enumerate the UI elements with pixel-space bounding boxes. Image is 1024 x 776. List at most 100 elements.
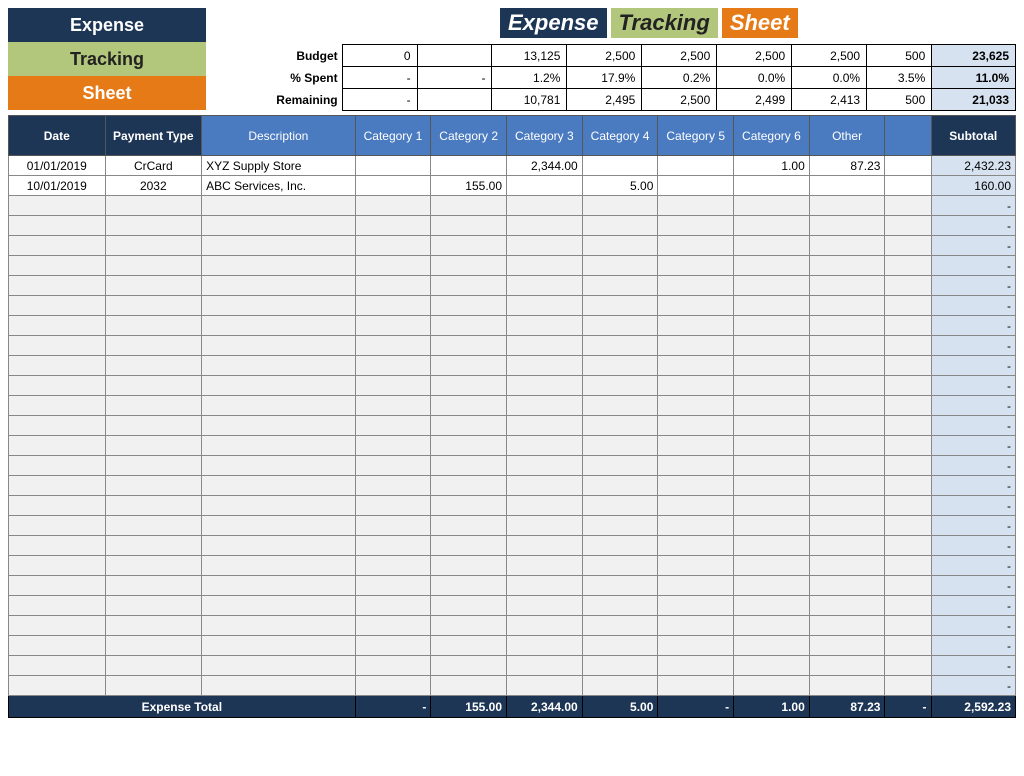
- cell-c1[interactable]: [355, 316, 431, 336]
- cell-c4[interactable]: 5.00: [582, 176, 658, 196]
- cell-c6[interactable]: [734, 416, 810, 436]
- cell-desc[interactable]: [202, 236, 356, 256]
- cell-blank[interactable]: [885, 596, 931, 616]
- cell-c6[interactable]: [734, 676, 810, 696]
- cell-c6[interactable]: 1.00: [734, 156, 810, 176]
- cell-c1[interactable]: [355, 496, 431, 516]
- cell-ptype[interactable]: [105, 676, 202, 696]
- cell-c5[interactable]: [658, 236, 734, 256]
- cell-ptype[interactable]: [105, 336, 202, 356]
- cell-desc[interactable]: [202, 536, 356, 556]
- cell-c1[interactable]: [355, 196, 431, 216]
- table-row[interactable]: -: [9, 636, 1016, 656]
- cell-c2[interactable]: [431, 156, 507, 176]
- cell-blank[interactable]: [885, 556, 931, 576]
- cell-c6[interactable]: [734, 256, 810, 276]
- cell-blank[interactable]: [885, 296, 931, 316]
- table-row[interactable]: -: [9, 656, 1016, 676]
- cell-desc[interactable]: [202, 516, 356, 536]
- cell-c1[interactable]: [355, 456, 431, 476]
- cell-c1[interactable]: [355, 436, 431, 456]
- cell-desc[interactable]: [202, 456, 356, 476]
- cell-desc[interactable]: [202, 276, 356, 296]
- cell-desc[interactable]: ABC Services, Inc.: [202, 176, 356, 196]
- cell-ptype[interactable]: [105, 396, 202, 416]
- cell-date[interactable]: [9, 416, 106, 436]
- cell-c2[interactable]: [431, 396, 507, 416]
- cell-other[interactable]: [809, 336, 885, 356]
- cell-c2[interactable]: [431, 336, 507, 356]
- cell-other[interactable]: [809, 676, 885, 696]
- cell-c4[interactable]: [582, 436, 658, 456]
- cell-date[interactable]: 10/01/2019: [9, 176, 106, 196]
- cell-blank[interactable]: [885, 636, 931, 656]
- cell-blank[interactable]: [885, 496, 931, 516]
- cell-c6[interactable]: [734, 456, 810, 476]
- cell-other[interactable]: [809, 256, 885, 276]
- cell-other[interactable]: [809, 376, 885, 396]
- cell-sub[interactable]: -: [931, 316, 1016, 336]
- cell-sub[interactable]: -: [931, 636, 1016, 656]
- cell-c4[interactable]: [582, 556, 658, 576]
- cell-date[interactable]: [9, 436, 106, 456]
- summary-cell[interactable]: 500: [867, 45, 932, 67]
- summary-cell[interactable]: 10,781: [492, 89, 567, 111]
- cell-ptype[interactable]: [105, 376, 202, 396]
- cell-date[interactable]: [9, 376, 106, 396]
- cell-c4[interactable]: [582, 476, 658, 496]
- cell-other[interactable]: [809, 656, 885, 676]
- cell-blank[interactable]: [885, 536, 931, 556]
- table-row[interactable]: -: [9, 216, 1016, 236]
- cell-blank[interactable]: [885, 396, 931, 416]
- cell-ptype[interactable]: [105, 636, 202, 656]
- cell-c2[interactable]: [431, 656, 507, 676]
- cell-c4[interactable]: [582, 456, 658, 476]
- cell-c2[interactable]: [431, 276, 507, 296]
- cell-other[interactable]: [809, 536, 885, 556]
- cell-c3[interactable]: [507, 616, 583, 636]
- table-row[interactable]: -: [9, 556, 1016, 576]
- cell-blank[interactable]: [885, 336, 931, 356]
- cell-blank[interactable]: [885, 156, 931, 176]
- cell-c6[interactable]: [734, 176, 810, 196]
- table-row[interactable]: -: [9, 576, 1016, 596]
- table-row[interactable]: -: [9, 596, 1016, 616]
- cell-c6[interactable]: [734, 376, 810, 396]
- table-row[interactable]: 01/01/2019CrCardXYZ Supply Store2,344.00…: [9, 156, 1016, 176]
- cell-desc[interactable]: [202, 256, 356, 276]
- cell-blank[interactable]: [885, 236, 931, 256]
- cell-c2[interactable]: [431, 476, 507, 496]
- cell-c4[interactable]: [582, 156, 658, 176]
- cell-date[interactable]: 01/01/2019: [9, 156, 106, 176]
- cell-date[interactable]: [9, 296, 106, 316]
- table-row[interactable]: -: [9, 436, 1016, 456]
- summary-cell[interactable]: 2,500: [642, 45, 717, 67]
- cell-c5[interactable]: [658, 336, 734, 356]
- cell-c3[interactable]: [507, 656, 583, 676]
- cell-blank[interactable]: [885, 516, 931, 536]
- cell-c1[interactable]: [355, 576, 431, 596]
- cell-desc[interactable]: [202, 216, 356, 236]
- cell-other[interactable]: [809, 436, 885, 456]
- summary-cell[interactable]: 0: [342, 45, 417, 67]
- cell-date[interactable]: [9, 196, 106, 216]
- cell-sub[interactable]: -: [931, 396, 1016, 416]
- cell-other[interactable]: [809, 556, 885, 576]
- cell-date[interactable]: [9, 576, 106, 596]
- cell-blank[interactable]: [885, 576, 931, 596]
- cell-c2[interactable]: 155.00: [431, 176, 507, 196]
- cell-other[interactable]: [809, 496, 885, 516]
- cell-ptype[interactable]: [105, 656, 202, 676]
- cell-sub[interactable]: -: [931, 216, 1016, 236]
- cell-c5[interactable]: [658, 196, 734, 216]
- cell-other[interactable]: [809, 456, 885, 476]
- cell-other[interactable]: [809, 516, 885, 536]
- summary-cell[interactable]: -: [342, 89, 417, 111]
- cell-c4[interactable]: [582, 376, 658, 396]
- cell-desc[interactable]: XYZ Supply Store: [202, 156, 356, 176]
- cell-other[interactable]: [809, 636, 885, 656]
- cell-c5[interactable]: [658, 216, 734, 236]
- cell-c2[interactable]: [431, 316, 507, 336]
- cell-c4[interactable]: [582, 356, 658, 376]
- cell-c3[interactable]: [507, 256, 583, 276]
